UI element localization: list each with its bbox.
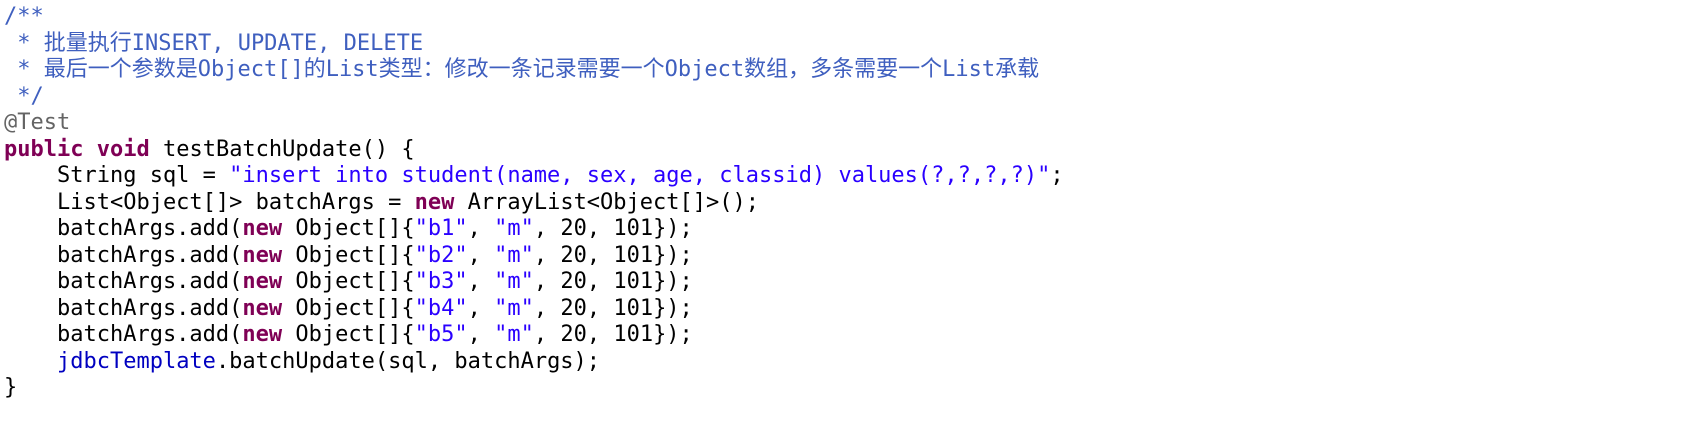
code-token-keyword: void bbox=[96, 136, 150, 162]
code-line: public void testBatchUpdate() { bbox=[4, 137, 1064, 164]
code-token-plain: , 20, 101}); bbox=[533, 322, 693, 347]
code-token-comment: * 批量执行INSERT, UPDATE, DELETE bbox=[4, 30, 424, 56]
code-token-string: "m" bbox=[494, 242, 534, 268]
code-token-string: "b4" bbox=[414, 295, 468, 321]
code-token-plain: , bbox=[467, 242, 495, 268]
code-token-keyword: new bbox=[242, 295, 283, 321]
code-line: @Test bbox=[4, 110, 1064, 137]
code-line: batchArgs.add(new Object[]{"b1", "m", 20… bbox=[4, 216, 1064, 243]
code-token-plain: , 20, 101}); bbox=[533, 216, 693, 241]
code-token-plain: batchArgs.add( bbox=[4, 295, 243, 321]
code-token-string: "b1" bbox=[414, 216, 468, 241]
code-token-plain: , bbox=[467, 216, 495, 241]
code-line: /** bbox=[4, 4, 1064, 31]
code-editor[interactable]: /** * 批量执行INSERT, UPDATE, DELETE * 最后一个参… bbox=[0, 0, 1694, 422]
code-token-plain: } bbox=[4, 375, 18, 400]
code-token-string: "b3" bbox=[414, 269, 468, 294]
code-token-comment: * 最后一个参数是Object[]的List类型：修改一条记录需要一个Objec… bbox=[4, 57, 1040, 82]
code-token-plain: String sql = bbox=[4, 163, 230, 188]
code-token-keyword: new bbox=[242, 322, 283, 347]
code-token-string: "insert into student(name, sex, age, cla… bbox=[229, 163, 1051, 188]
code-token-keyword: new bbox=[242, 269, 283, 294]
code-token-keyword: public bbox=[4, 136, 84, 162]
code-line: */ bbox=[4, 84, 1064, 111]
code-token-plain: batchArgs.add( bbox=[4, 322, 243, 347]
code-token-plain: , bbox=[467, 295, 495, 321]
code-token-string: "b2" bbox=[414, 242, 468, 268]
code-line: jdbcTemplate.batchUpdate(sql, batchArgs)… bbox=[4, 349, 1064, 376]
code-token-plain: , 20, 101}); bbox=[533, 295, 693, 321]
code-token-comment: /** bbox=[4, 4, 44, 29]
code-token-plain: batchArgs.add( bbox=[4, 242, 243, 268]
code-token-keyword: new bbox=[414, 189, 455, 215]
code-token-string: "m" bbox=[494, 295, 534, 321]
code-token-plain: testBatchUpdate() { bbox=[149, 136, 415, 162]
code-token-plain: , 20, 101}); bbox=[533, 269, 693, 294]
code-token-keyword: new bbox=[242, 242, 283, 268]
code-line: * 最后一个参数是Object[]的List类型：修改一条记录需要一个Objec… bbox=[4, 57, 1064, 84]
code-token-string: "m" bbox=[494, 216, 534, 241]
code-line: batchArgs.add(new Object[]{"b2", "m", 20… bbox=[4, 243, 1064, 270]
code-lines: /** * 批量执行INSERT, UPDATE, DELETE * 最后一个参… bbox=[4, 4, 1064, 402]
code-token-plain: , 20, 101}); bbox=[533, 242, 693, 268]
code-line: String sql = "insert into student(name, … bbox=[4, 163, 1064, 190]
code-line: List<Object[]> batchArgs = new ArrayList… bbox=[4, 190, 1064, 217]
code-line: batchArgs.add(new Object[]{"b4", "m", 20… bbox=[4, 296, 1064, 323]
code-token-plain: .batchUpdate(sql, batchArgs); bbox=[215, 348, 601, 374]
code-token-string: "m" bbox=[494, 322, 534, 347]
code-token-plain: List<Object[]> batchArgs = bbox=[4, 189, 415, 215]
code-token-plain: Object[]{ bbox=[282, 242, 415, 268]
code-token-comment: */ bbox=[4, 83, 44, 109]
code-line: batchArgs.add(new Object[]{"b3", "m", 20… bbox=[4, 269, 1064, 296]
code-token-plain: Object[]{ bbox=[282, 216, 415, 241]
code-token-plain: ; bbox=[1050, 163, 1064, 188]
code-token-string: "m" bbox=[494, 269, 534, 294]
code-token-annotation: @Test bbox=[4, 110, 71, 135]
code-token-string: "b5" bbox=[414, 322, 468, 347]
code-token-plain: Object[]{ bbox=[282, 269, 415, 294]
code-token-plain: ArrayList<Object[]>(); bbox=[454, 189, 759, 215]
code-token-field: jdbcTemplate bbox=[56, 348, 216, 374]
code-token-plain: , bbox=[467, 269, 495, 294]
code-token-plain: batchArgs.add( bbox=[4, 216, 243, 241]
code-token-plain: Object[]{ bbox=[282, 322, 415, 347]
code-line: } bbox=[4, 375, 1064, 402]
code-token-keyword: new bbox=[242, 216, 283, 241]
code-token-plain: batchArgs.add( bbox=[4, 269, 243, 294]
code-line: * 批量执行INSERT, UPDATE, DELETE bbox=[4, 31, 1064, 58]
code-token-plain: Object[]{ bbox=[282, 295, 415, 321]
code-token-plain: , bbox=[467, 322, 495, 347]
code-line: batchArgs.add(new Object[]{"b5", "m", 20… bbox=[4, 322, 1064, 349]
